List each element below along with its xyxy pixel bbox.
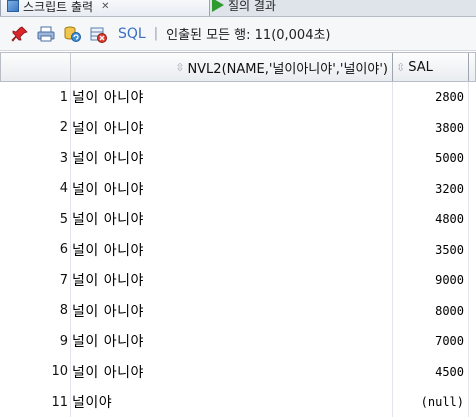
cell-sal[interactable]: 9000 (392, 265, 468, 296)
tab-query-result-label: 질의 결과 (228, 0, 276, 13)
column-header-nvl2[interactable]: ⇳ NVL2(NAME,'널이아니야','널이야') (71, 53, 393, 81)
sort-icon[interactable]: ⇳ (396, 61, 405, 74)
table-row[interactable]: 3 널이 아니야 5000 (0, 143, 476, 174)
cell-nvl2[interactable]: 널이 아니야 (70, 143, 392, 174)
column-header-nvl2-label: NVL2(NAME,'널이아니야','널이야') (187, 61, 388, 77)
result-grid: ⇳ NVL2(NAME,'널이아니야','널이야') ⇳ SAL 1 널이 아니… (0, 52, 476, 418)
result-toolbar: SQL | 인출된 모든 행: 11(0,004초) (0, 17, 476, 51)
table-row[interactable]: 5 널이 아니야 4800 (0, 204, 476, 235)
cell-sal[interactable]: 3800 (392, 113, 468, 144)
table-row[interactable]: 4 널이 아니야 3200 (0, 174, 476, 205)
cell-nvl2[interactable]: 널이 아니야 (70, 174, 392, 205)
cell-nvl2[interactable]: 널이야 (70, 387, 392, 418)
result-tabstrip: 스크립트 출력 ✕ 질의 결과 (0, 0, 476, 17)
column-divider (468, 82, 469, 417)
cell-nvl2[interactable]: 널이 아니야 (70, 82, 392, 113)
row-number-header (1, 53, 71, 81)
cell-sal[interactable]: 3200 (392, 174, 468, 205)
table-row[interactable]: 2 널이 아니야 3800 (0, 113, 476, 144)
sort-icon[interactable]: ⇳ (175, 61, 184, 74)
row-number: 3 (59, 150, 68, 166)
play-icon (212, 0, 224, 12)
refresh-data-icon[interactable] (62, 24, 82, 44)
row-number: 1 (59, 89, 68, 105)
row-number: 11 (51, 394, 68, 410)
row-number: 10 (51, 364, 68, 380)
cell-nvl2[interactable]: 널이 아니야 (70, 113, 392, 144)
row-number: 8 (59, 303, 68, 319)
column-header-sal-label: SAL (408, 59, 433, 75)
cell-nvl2[interactable]: 널이 아니야 (70, 265, 392, 296)
cell-nvl2[interactable]: 널이 아니야 (70, 235, 392, 266)
row-number: 5 (59, 211, 68, 227)
row-number: 9 (59, 333, 68, 349)
table-row[interactable]: 1 널이 아니야 2800 (0, 82, 476, 113)
cancel-query-icon[interactable] (88, 24, 108, 44)
row-number: 6 (59, 242, 68, 258)
cell-sal[interactable]: 5000 (392, 143, 468, 174)
grid-header: ⇳ NVL2(NAME,'널이아니야','널이야') ⇳ SAL (0, 52, 476, 82)
column-divider (70, 82, 71, 417)
tab-query-result[interactable]: 질의 결과 (206, 0, 282, 16)
cell-sal[interactable]: 4800 (392, 204, 468, 235)
tab-script-output-label: 스크립트 출력 (23, 0, 94, 14)
column-header-sal[interactable]: ⇳ SAL (393, 53, 469, 81)
cell-sal[interactable]: 7000 (392, 326, 468, 357)
row-number: 7 (59, 272, 68, 288)
table-row[interactable]: 10 널이 아니야 4500 (0, 357, 476, 388)
tab-script-output[interactable]: 스크립트 출력 ✕ (0, 0, 210, 16)
table-row[interactable]: 8 널이 아니야 8000 (0, 296, 476, 327)
column-divider (392, 82, 393, 417)
toolbar-separator: | (153, 26, 159, 41)
pin-icon[interactable] (10, 24, 30, 44)
print-icon[interactable] (36, 24, 56, 44)
cell-nvl2[interactable]: 널이 아니야 (70, 357, 392, 388)
cell-nvl2[interactable]: 널이 아니야 (70, 204, 392, 235)
cell-nvl2[interactable]: 널이 아니야 (70, 296, 392, 327)
row-number: 4 (59, 181, 68, 197)
cell-sal[interactable]: 2800 (392, 82, 468, 113)
table-row[interactable]: 7 널이 아니야 9000 (0, 265, 476, 296)
cell-nvl2[interactable]: 널이 아니야 (70, 326, 392, 357)
row-number: 2 (59, 120, 68, 136)
cell-sal[interactable]: 8000 (392, 296, 468, 327)
sql-button[interactable]: SQL (118, 26, 146, 42)
table-row[interactable]: 11 널이야 (null) (0, 387, 476, 418)
table-row[interactable]: 9 널이 아니야 7000 (0, 326, 476, 357)
document-icon (7, 0, 19, 12)
cell-sal[interactable]: 4500 (392, 357, 468, 388)
table-row[interactable]: 6 널이 아니야 3500 (0, 235, 476, 266)
close-icon[interactable]: ✕ (101, 1, 109, 12)
cell-sal[interactable]: 3500 (392, 235, 468, 266)
cell-sal[interactable]: (null) (392, 387, 468, 418)
fetch-status-text: 인출된 모든 행: 11(0,004초) (166, 28, 331, 43)
